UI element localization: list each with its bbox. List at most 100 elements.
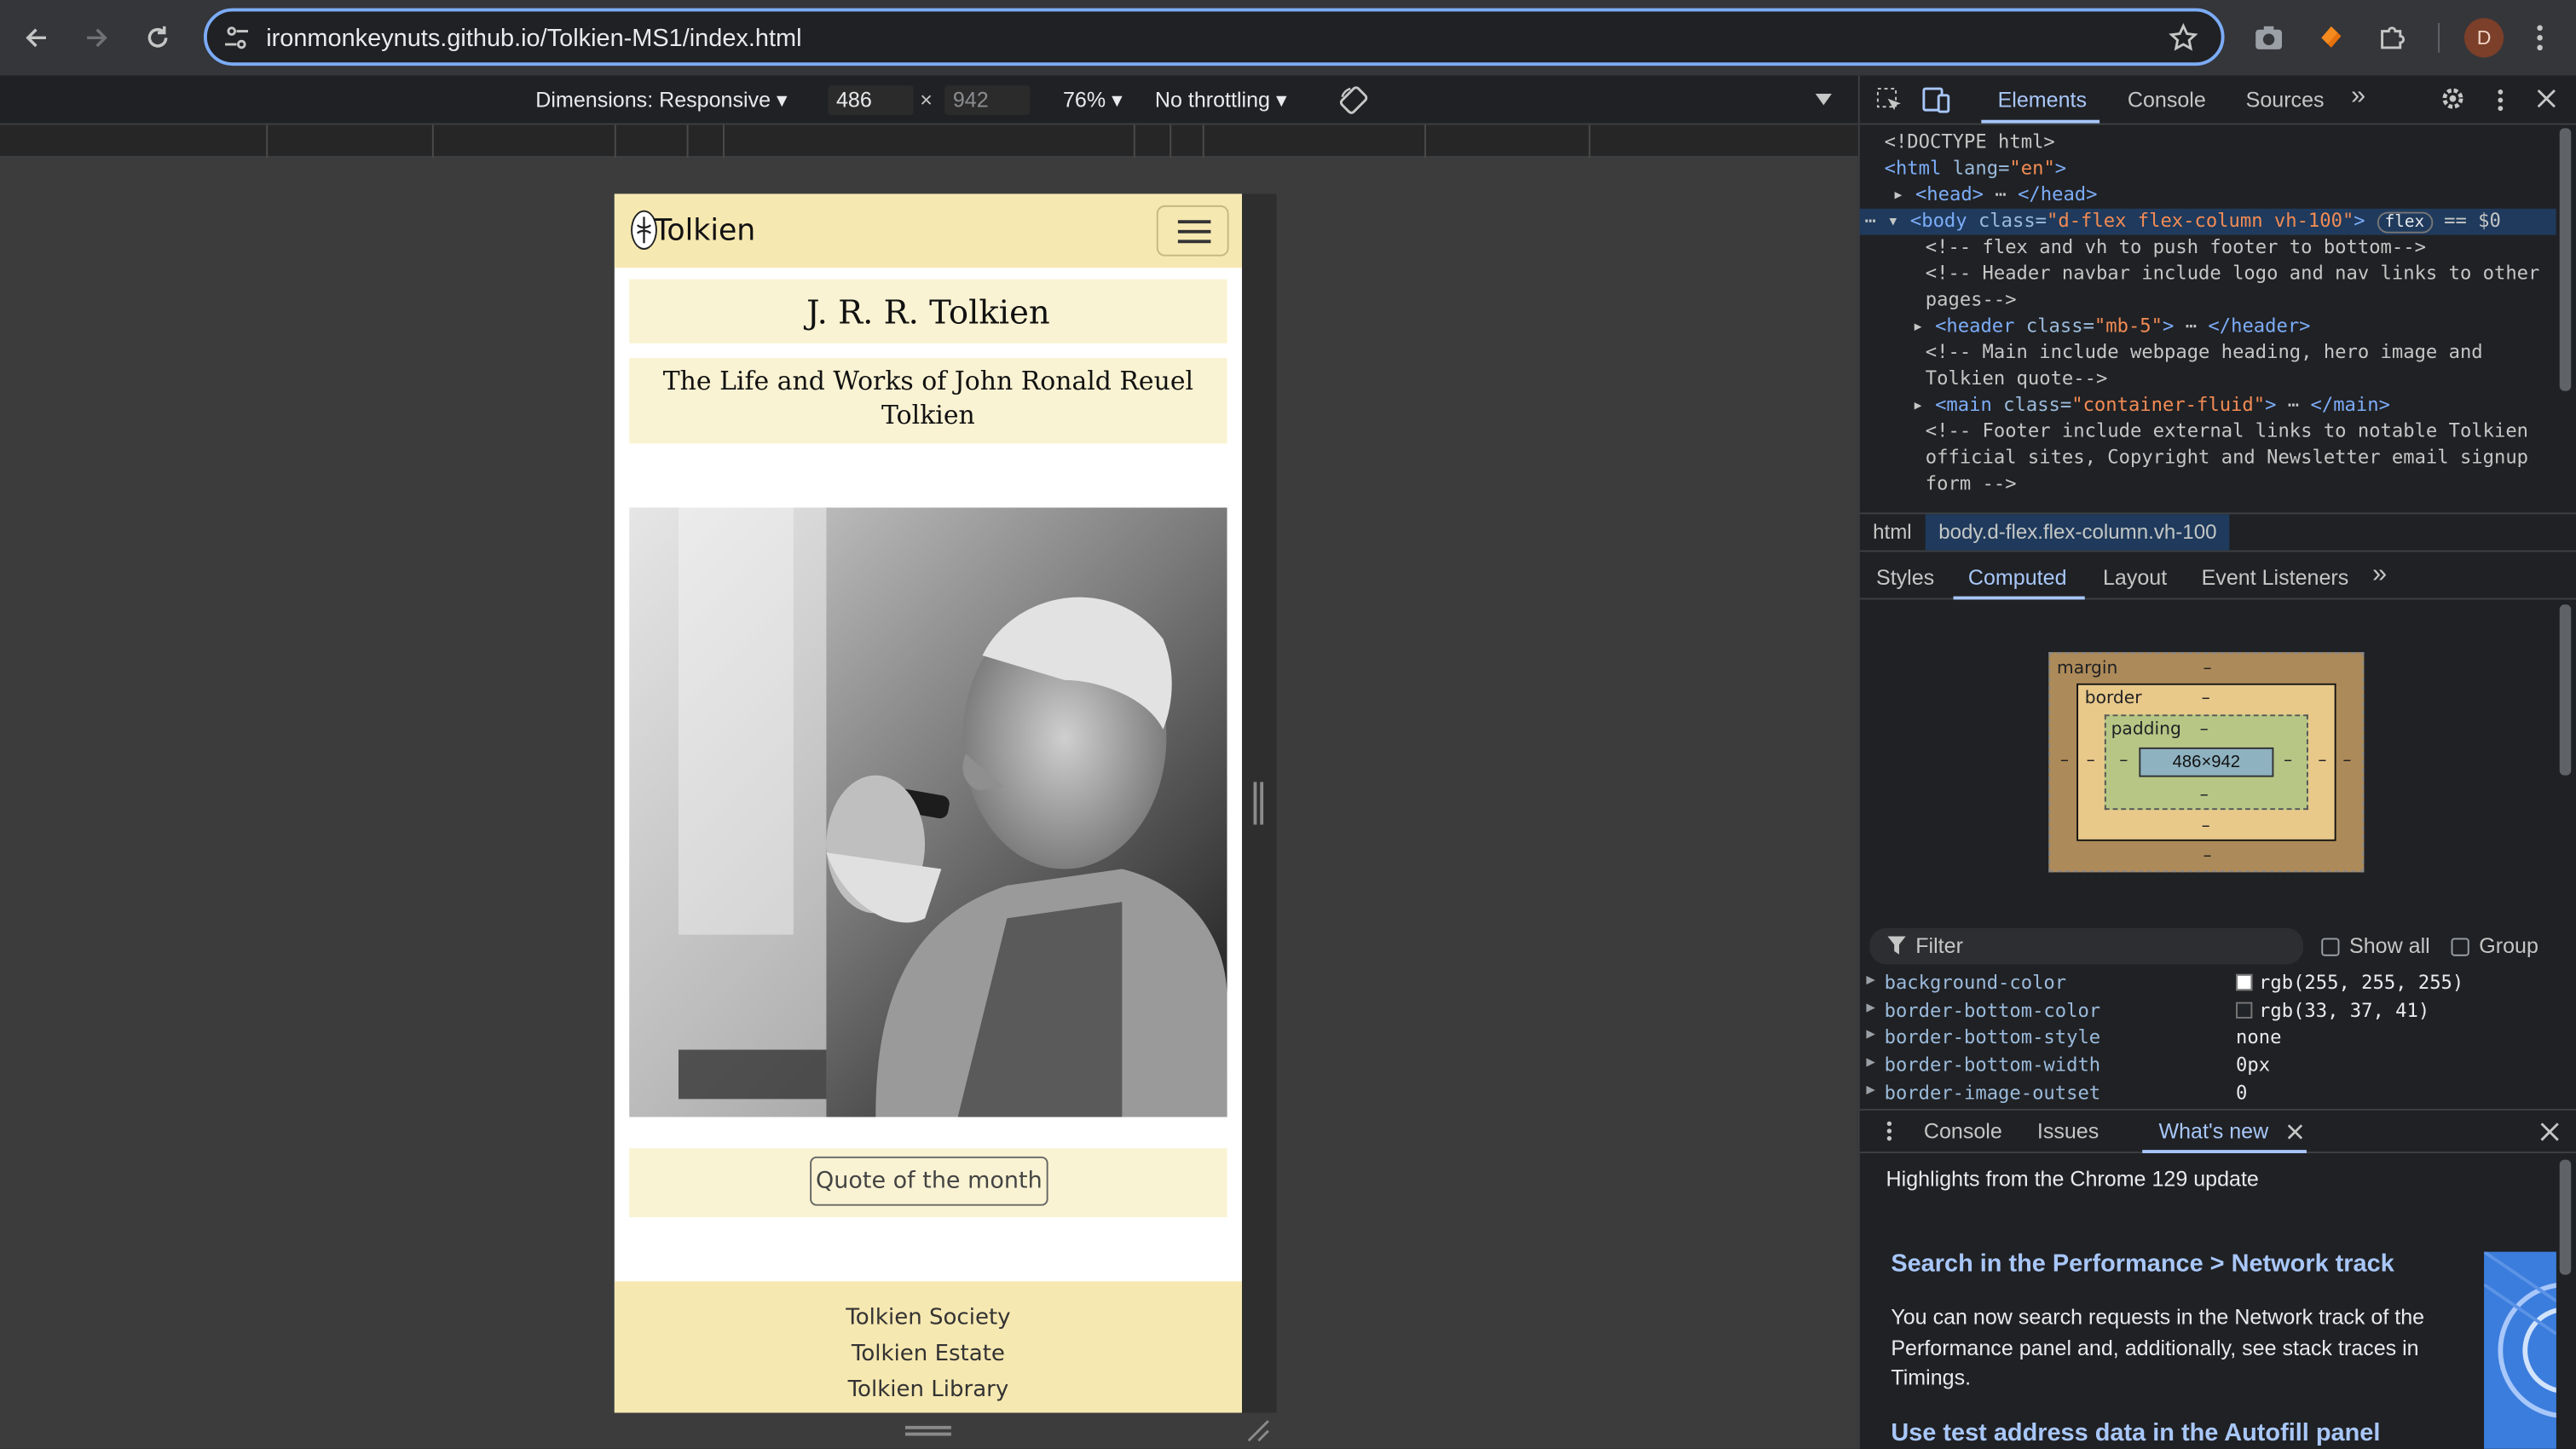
more-subtabs-icon[interactable]: » [2372, 560, 2387, 590]
doctype-line[interactable]: <!DOCTYPE html> [1885, 130, 2055, 153]
tab-console[interactable]: Console [2128, 87, 2206, 112]
device-options-icon[interactable] [1815, 93, 1832, 107]
comment-line[interactable]: <!-- Footer include external links to no… [1926, 419, 2528, 442]
close-drawer-icon[interactable] [2540, 1122, 2560, 1141]
group-checkbox[interactable] [2451, 938, 2469, 956]
site-navbar: Tolkien [614, 193, 1243, 268]
padding-right-value: – [2283, 750, 2293, 771]
whats-new-heading-1[interactable]: Search in the Performance > Network trac… [1891, 1250, 2394, 1279]
media-query-ruler[interactable] [0, 124, 1858, 159]
expand-arrow-icon[interactable]: ▶ [1866, 1027, 1874, 1043]
height-resize-handle[interactable] [904, 1425, 951, 1436]
rotate-icon[interactable] [1337, 84, 1371, 117]
screenshot-icon[interactable] [2249, 18, 2288, 57]
main-line[interactable]: ▸ <main class="container-fluid"> ⋯ </mai… [1912, 393, 2390, 416]
close-devtools-icon[interactable] [2537, 89, 2556, 108]
comment-line[interactable]: <!-- Header navbar include logo and nav … [1926, 261, 2540, 284]
device-toggle-icon[interactable] [1922, 87, 1952, 113]
property-value: rgb(255, 255, 255) [2236, 971, 2463, 994]
comment-line[interactable]: form --> [1926, 471, 2017, 494]
property-name: background-color [1884, 971, 2067, 995]
tab-computed[interactable]: Computed [1968, 565, 2067, 590]
profile-avatar[interactable]: D [2463, 18, 2504, 58]
comment-line[interactable]: Tolkien quote--> [1926, 367, 2108, 390]
group-label: Group [2479, 932, 2538, 958]
drawer-tab-issues[interactable]: Issues [2037, 1118, 2099, 1143]
url-text[interactable]: ironmonkeynuts.github.io/Tolkien-MS1/ind… [266, 25, 801, 53]
corner-resize-icon[interactable] [1247, 1419, 1270, 1442]
more-tabs-icon[interactable]: » [2351, 82, 2365, 112]
property-value-text: none [2236, 1025, 2282, 1048]
menu-toggle-button[interactable] [1156, 205, 1229, 257]
zoom-select[interactable]: 76% ▾ [1063, 87, 1123, 113]
devtools-menu-icon[interactable] [2497, 89, 2504, 112]
site-footer: Tolkien Society Tolkien Estate Tolkien L… [614, 1281, 1243, 1413]
border-label: border [2084, 688, 2142, 708]
quote-of-month-button[interactable]: Quote of the month [810, 1156, 1048, 1206]
tab-sources[interactable]: Sources [2246, 87, 2325, 112]
tab-event-listeners[interactable]: Event Listeners [2202, 565, 2349, 590]
header-line[interactable]: ▸ <header class="mb-5"> ⋯ </header> [1912, 314, 2310, 337]
drawer-tab-whats-new[interactable]: What's new [2158, 1118, 2268, 1143]
width-resize-handle[interactable] [1253, 782, 1264, 825]
site-brand[interactable]: Tolkien [654, 214, 755, 248]
bookmark-star-icon[interactable] [2169, 23, 2198, 53]
expand-arrow-icon[interactable]: ▶ [1866, 1001, 1874, 1017]
drawer-scrollbar[interactable] [2559, 1159, 2572, 1275]
show-all-checkbox[interactable] [2321, 938, 2340, 956]
expand-arrow-icon[interactable]: ▶ [1866, 1054, 1874, 1071]
hero-photo [629, 507, 1227, 1117]
devtools-panel: Elements Console Sources » <!DOCTYPE htm… [1857, 75, 2576, 1449]
filter-input[interactable]: Filter [1869, 927, 2304, 965]
box-model-content[interactable]: 486×942 [2139, 747, 2274, 777]
forward-icon[interactable] [78, 18, 117, 57]
drawer-menu-icon[interactable] [1886, 1120, 1893, 1141]
inspect-element-icon[interactable] [1876, 87, 1903, 113]
device-toolbar: Dimensions: Responsive ▾ 486 × 942 76% ▾… [0, 75, 1858, 125]
comment-line[interactable]: <!-- flex and vh to push footer to botto… [1926, 235, 2426, 258]
comment-line[interactable]: official sites, Copyright and Newsletter… [1926, 445, 2528, 468]
devtools-tabbar: Elements Console Sources » [1859, 76, 2576, 125]
footer-link-library[interactable]: Tolkien Library [615, 1377, 1242, 1403]
breadcrumb-body[interactable]: body.d-flex.flex-column.vh-100 [1925, 514, 2230, 551]
height-input[interactable]: 942 [944, 85, 1031, 115]
dimensions-select[interactable]: Dimensions: Responsive ▾ [535, 87, 787, 113]
computed-scrollbar[interactable] [2559, 604, 2572, 776]
comment-line[interactable]: pages--> [1926, 287, 2017, 310]
tab-layout[interactable]: Layout [2103, 565, 2167, 590]
settings-gear-icon[interactable] [2440, 85, 2466, 112]
filter-icon [1887, 936, 1906, 955]
expand-arrow-icon[interactable]: ▶ [1866, 973, 1874, 989]
drawer-tab-console[interactable]: Console [1924, 1118, 2002, 1143]
back-icon[interactable] [16, 18, 55, 57]
extension-icon[interactable] [2310, 18, 2349, 57]
address-bar[interactable]: ironmonkeynuts.github.io/Tolkien-MS1/ind… [203, 8, 2225, 66]
tab-styles[interactable]: Styles [1876, 565, 1934, 590]
width-input[interactable]: 486 [828, 85, 914, 115]
quote-section: Quote of the month [629, 1148, 1227, 1218]
dom-scrollbar[interactable] [2559, 128, 2572, 391]
more-icon[interactable] [2520, 18, 2559, 57]
margin-left-value: – [2059, 750, 2069, 771]
show-all-label: Show all [2349, 932, 2430, 958]
breadcrumb-html[interactable]: html [1873, 521, 1912, 544]
reload-icon[interactable] [138, 18, 177, 57]
tab-elements[interactable]: Elements [1998, 87, 2087, 112]
flex-badge[interactable]: flex [2377, 211, 2433, 234]
whats-new-heading-2[interactable]: Use test address data in the Autofill pa… [1891, 1419, 2380, 1447]
body-line[interactable]: ⋯ ▾ <body class="d-flex flex-column vh-1… [1864, 209, 2501, 234]
footer-link-society[interactable]: Tolkien Society [615, 1304, 1242, 1331]
head-line[interactable]: ▸ <head> ⋯ </head> [1892, 182, 2097, 205]
throttling-select[interactable]: No throttling ▾ [1155, 87, 1287, 113]
close-tab-icon[interactable] [2287, 1123, 2303, 1140]
footer-link-estate[interactable]: Tolkien Estate [615, 1341, 1242, 1367]
padding-label: padding [2111, 719, 2181, 740]
puzzle-icon[interactable] [2372, 18, 2411, 57]
site-settings-icon[interactable] [223, 25, 250, 51]
feature-illustration [2484, 1251, 2556, 1449]
comment-line[interactable]: <!-- Main include webpage heading, hero … [1926, 340, 2483, 363]
expand-arrow-icon[interactable]: ▶ [1866, 1082, 1874, 1099]
html-line[interactable]: <html lang="en"> [1885, 156, 2067, 179]
color-swatch[interactable] [2236, 973, 2253, 991]
color-swatch[interactable] [2236, 1002, 2253, 1019]
